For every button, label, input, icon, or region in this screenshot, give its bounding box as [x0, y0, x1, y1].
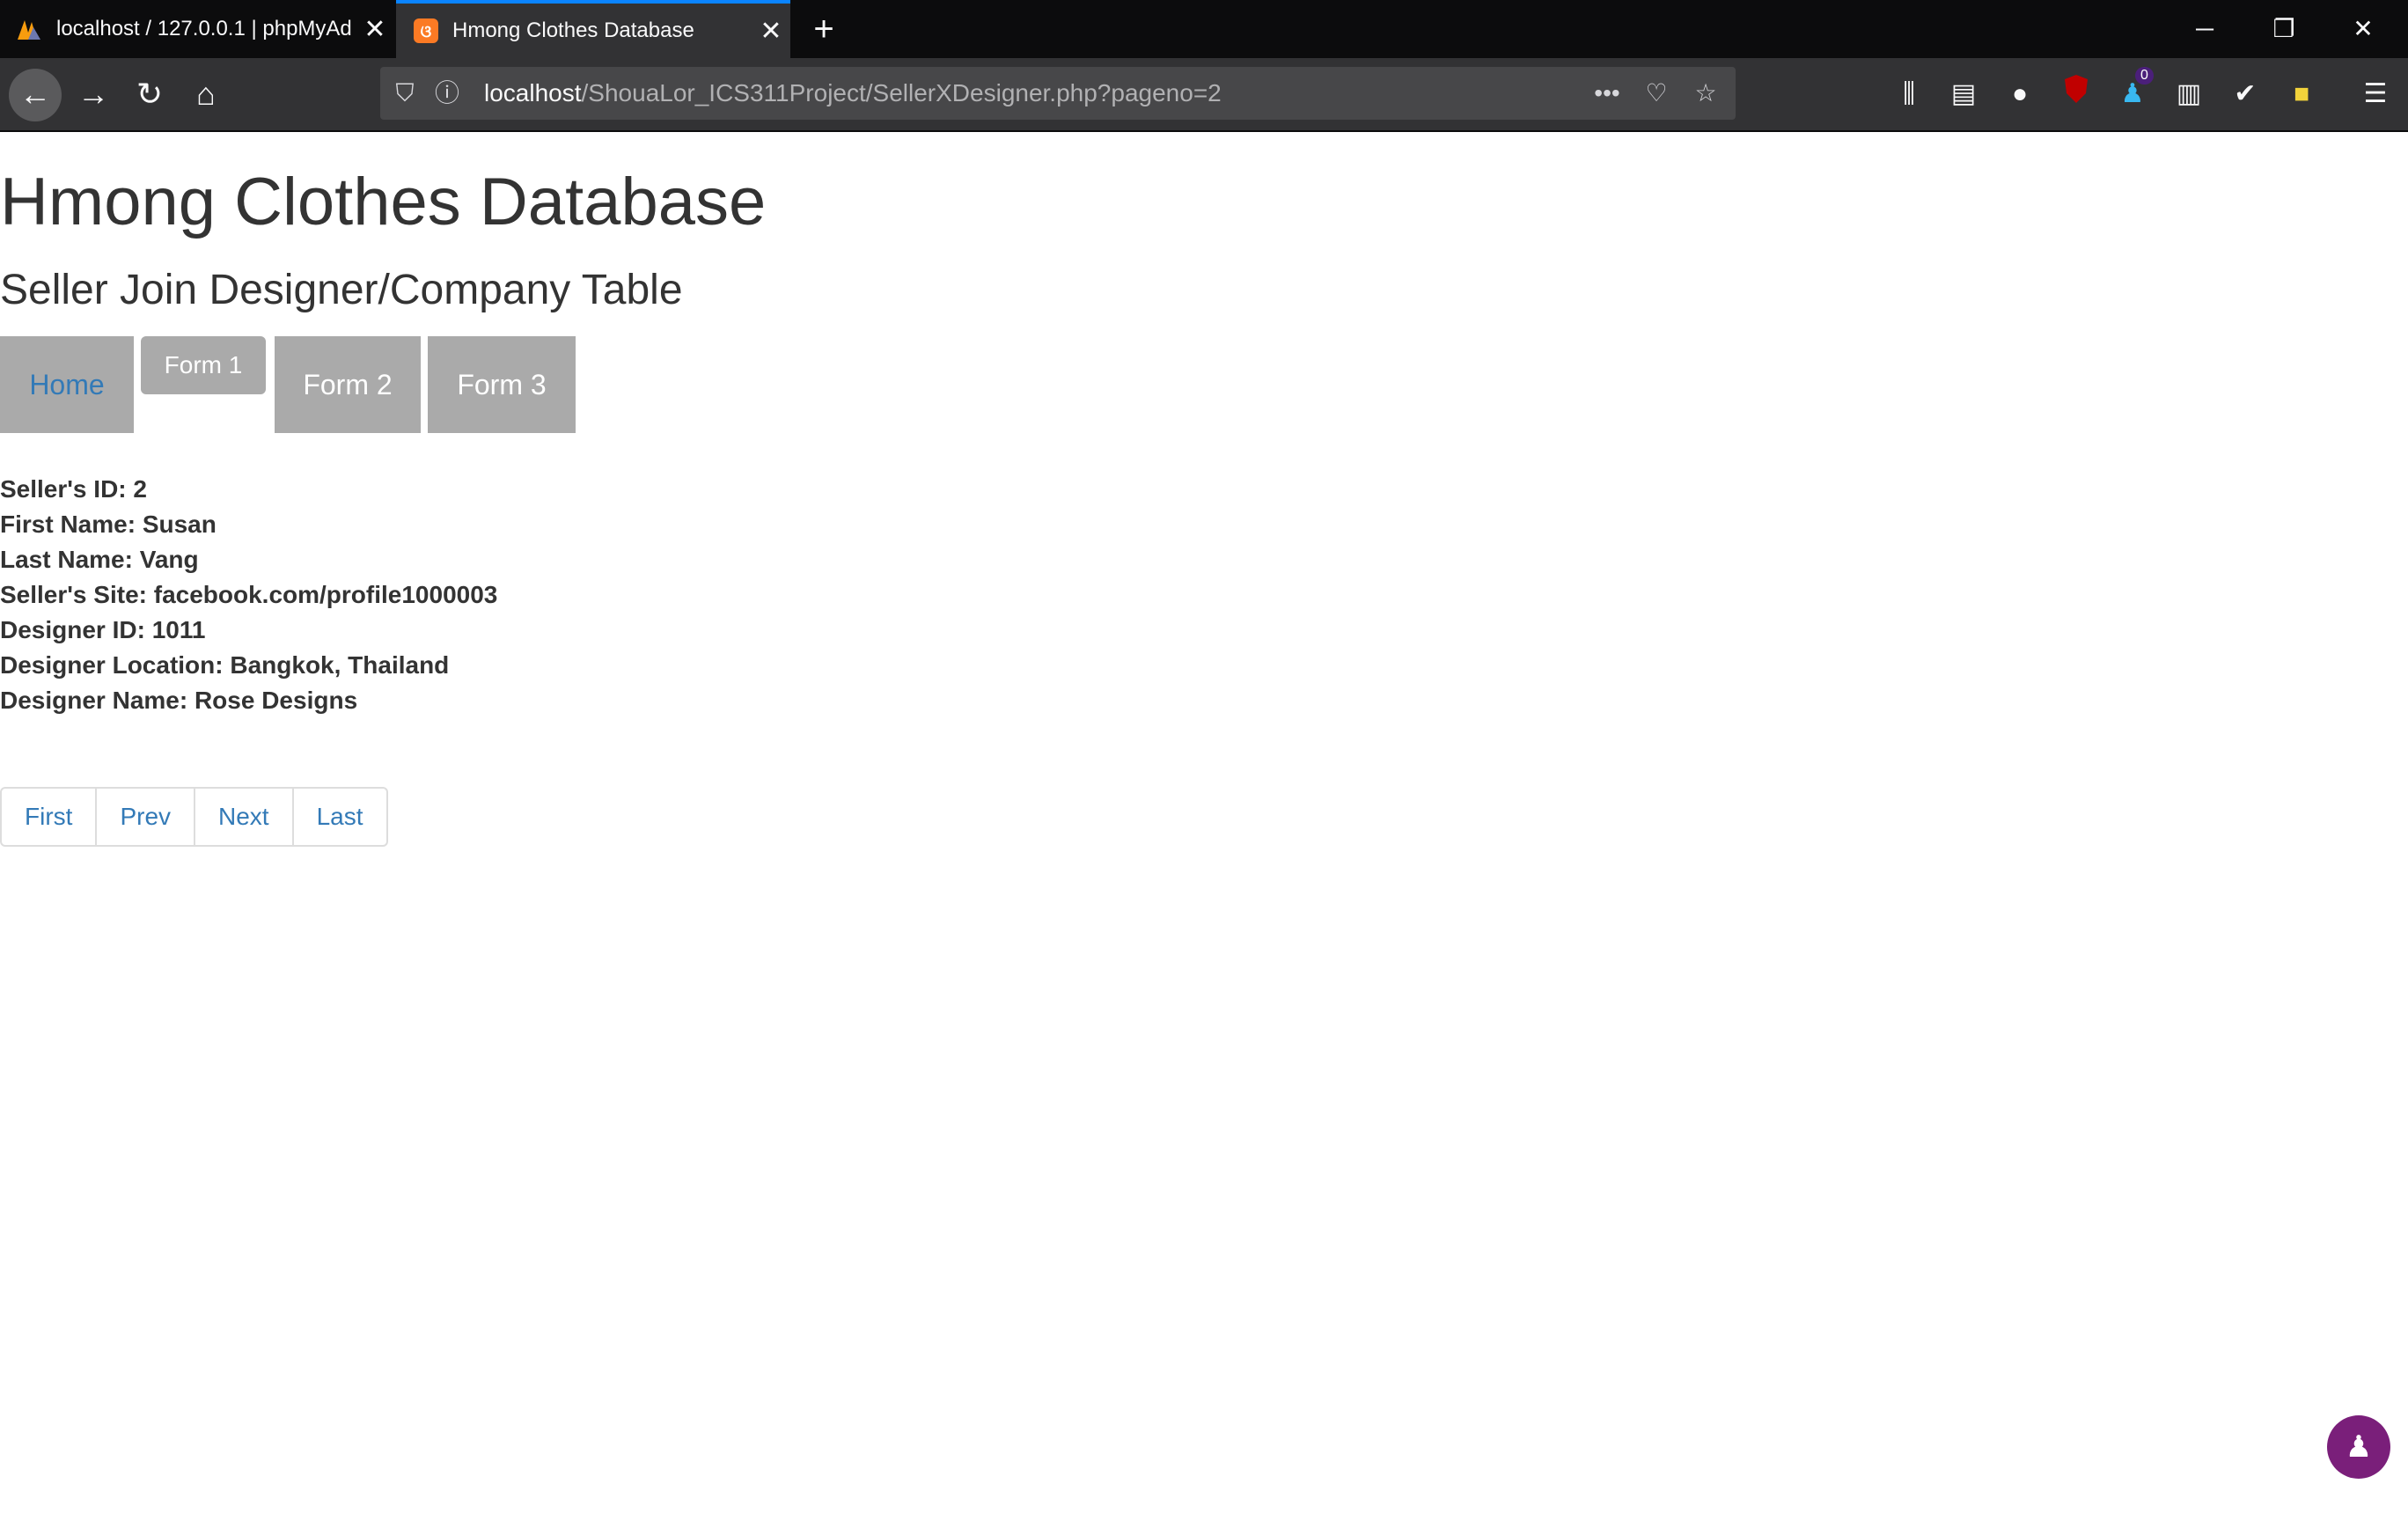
home-icon[interactable]: ⌂	[180, 69, 232, 121]
ublock-icon[interactable]	[2056, 74, 2096, 114]
url-host: localhost	[484, 79, 582, 107]
form2-button[interactable]: Form 2	[275, 336, 421, 433]
xampp-icon: ଓ	[414, 18, 438, 43]
ublock-shield-icon	[2065, 75, 2088, 103]
extension-grid-icon[interactable]: ▥	[2169, 74, 2209, 114]
designer-id: Designer ID: 1011	[0, 616, 206, 643]
close-tab-icon[interactable]: ✕	[356, 14, 394, 45]
extension-folder-icon[interactable]: ■	[2281, 74, 2322, 114]
form1-button[interactable]: Form 1	[141, 336, 266, 394]
shield-icon[interactable]: ⛉	[387, 67, 422, 120]
pocket-icon[interactable]: ♡	[1639, 67, 1674, 120]
svg-text:ଓ: ଓ	[421, 23, 432, 41]
sidebar-icon[interactable]: ▤	[1943, 74, 1984, 114]
library-icon[interactable]: ⫼	[1889, 74, 1929, 114]
home-link[interactable]: Home	[0, 336, 134, 433]
info-icon[interactable]: ⓘ	[429, 67, 465, 120]
forward-icon[interactable]: →	[67, 69, 120, 121]
url-path: /ShouaLor_ICS311Project/SellerXDesigner.…	[581, 79, 1222, 107]
seller-id: Seller's ID: 2	[0, 475, 147, 503]
first-name: First Name: Susan	[0, 511, 217, 538]
seller-site: Seller's Site: facebook.com/profile10000…	[0, 581, 498, 608]
minimize-icon[interactable]: ─	[2165, 0, 2244, 58]
record-details: Seller's ID: 2 First Name: Susan Last Na…	[0, 472, 497, 718]
extension-check-icon[interactable]: ✔	[2225, 74, 2265, 114]
tab-bar: localhost / 127.0.0.1 | phpMyAd ✕ ଓ Hmon…	[0, 0, 2408, 58]
tab-title: Hmong Clothes Database	[452, 18, 694, 42]
menu-icon[interactable]: ☰	[2355, 74, 2396, 114]
form3-button[interactable]: Form 3	[428, 336, 576, 433]
close-tab-icon[interactable]: ✕	[752, 16, 790, 47]
url-text[interactable]: localhost/ShouaLor_ICS311Project/SellerX…	[484, 67, 1222, 120]
last-name: Last Name: Vang	[0, 546, 199, 573]
bookmark-star-icon[interactable]: ☆	[1688, 67, 1723, 120]
designer-name: Designer Name: Rose Designs	[0, 687, 358, 714]
last-page-link[interactable]: Last	[291, 789, 386, 845]
url-bar[interactable]: ⛉ ⓘ localhost/ShouaLor_ICS311Project/Sel…	[380, 67, 1736, 120]
extension-badge: 0	[2135, 67, 2154, 84]
page-content: Hmong Clothes Database Seller Join Desig…	[0, 132, 2408, 1528]
ghostery-float-icon[interactable]: ♟	[2327, 1415, 2390, 1479]
tab-hmong-clothes[interactable]: ଓ Hmong Clothes Database ✕	[396, 0, 790, 58]
next-page-link[interactable]: Next	[194, 789, 292, 845]
nav-bar: ← → ↻ ⌂ ⛉ ⓘ localhost/ShouaLor_ICS311Pro…	[0, 58, 2408, 132]
tab-phpmyadmin[interactable]: localhost / 127.0.0.1 | phpMyAd ✕	[0, 0, 394, 58]
page-actions-icon[interactable]: •••	[1589, 67, 1625, 120]
close-window-icon[interactable]: ✕	[2324, 0, 2403, 58]
first-page-link[interactable]: First	[2, 789, 95, 845]
back-icon[interactable]: ←	[9, 69, 62, 121]
page-subtitle: Seller Join Designer/Company Table	[0, 267, 683, 313]
restore-icon[interactable]: ❐	[2244, 0, 2324, 58]
reload-icon[interactable]: ↻	[123, 69, 176, 121]
pagination: First Prev Next Last	[0, 787, 388, 847]
designer-location: Designer Location: Bangkok, Thailand	[0, 651, 450, 679]
page-title: Hmong Clothes Database	[0, 165, 767, 239]
phpmyadmin-icon	[18, 20, 40, 40]
new-tab-icon[interactable]: +	[803, 7, 845, 51]
tab-title: localhost / 127.0.0.1 | phpMyAd	[56, 17, 352, 40]
prev-page-link[interactable]: Prev	[95, 789, 194, 845]
ghostery-icon[interactable]: ♟ 0	[2112, 67, 2154, 114]
account-icon[interactable]: ●	[2000, 74, 2040, 114]
